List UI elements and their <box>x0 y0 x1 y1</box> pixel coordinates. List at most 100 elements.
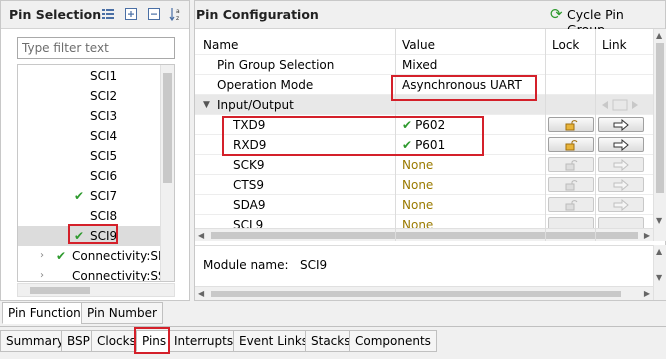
scrollbar-thumb[interactable] <box>163 73 172 183</box>
tree-item-sci3[interactable]: SCI3 <box>18 106 160 126</box>
row-value[interactable]: Mixed <box>402 55 437 75</box>
row-value[interactable]: Asynchronous UART <box>402 75 522 95</box>
tree-item-label: SCI6 <box>90 169 118 183</box>
pin-selection-title: Pin Selection <box>9 7 102 22</box>
column-link-header: Link <box>602 38 627 52</box>
table-horizontal-scrollbar[interactable]: ◀ ▶ <box>195 228 653 241</box>
pin-configuration-title: Pin Configuration <box>196 7 319 22</box>
tree-item-sci9[interactable]: ✔ SCI9 <box>18 226 160 246</box>
column-divider <box>395 29 396 241</box>
link-button[interactable] <box>598 117 644 132</box>
description-vertical-scrollbar[interactable]: ▲ ▼ <box>653 245 666 300</box>
tab-summary[interactable]: Summary <box>0 330 70 352</box>
link-button[interactable] <box>598 137 644 152</box>
link-button[interactable] <box>598 157 644 172</box>
row-name: RXD9 <box>233 138 267 152</box>
chevron-right-icon[interactable]: › <box>40 266 44 281</box>
tree-item-sci7[interactable]: ✔ SCI7 <box>18 186 160 206</box>
row-value[interactable]: None <box>402 155 433 175</box>
scroll-right-icon[interactable]: ▶ <box>644 289 650 298</box>
tab-clocks[interactable]: Clocks <box>91 330 142 352</box>
tab-event-links[interactable]: Event Links <box>233 330 315 352</box>
row-value[interactable]: None <box>402 195 433 215</box>
scrollbar-thumb[interactable] <box>656 43 664 193</box>
tree-item-sci6[interactable]: SCI6 <box>18 166 160 186</box>
table-row[interactable]: SCK9 None <box>195 155 653 175</box>
table-row[interactable]: CTS9 None <box>195 175 653 195</box>
tree-item-sci8[interactable]: SCI8 <box>18 206 160 226</box>
row-value-text: P602 <box>415 118 446 132</box>
list-view-icon[interactable] <box>101 7 115 21</box>
column-divider <box>595 29 596 241</box>
tab-pin-number[interactable]: Pin Number <box>81 302 163 324</box>
lock-button[interactable] <box>548 117 594 132</box>
scrollbar-thumb[interactable] <box>211 232 638 239</box>
scroll-right-icon[interactable]: ▶ <box>644 231 650 240</box>
tree-item-sci2[interactable]: SCI2 <box>18 86 160 106</box>
scrollbar-thumb[interactable] <box>30 287 90 294</box>
lock-button[interactable] <box>548 197 594 212</box>
tree-item-connectivity-ssi[interactable]: › Connectivity:SSI <box>18 266 169 281</box>
table-row[interactable]: RXD9 ✔ P601 <box>195 135 653 155</box>
table-vertical-scrollbar[interactable]: ▲ ▼ <box>653 29 666 241</box>
scroll-left-icon[interactable]: ◀ <box>198 289 204 298</box>
tree-item-label: SCI3 <box>90 109 118 123</box>
check-icon: ✔ <box>56 249 67 263</box>
link-button[interactable] <box>598 177 644 192</box>
row-value-text: P601 <box>415 138 446 152</box>
cycle-icon[interactable]: ⟳ <box>550 5 563 23</box>
unlock-icon <box>565 140 578 151</box>
tree-item-label: SCI9 <box>90 229 118 243</box>
pin-selection-panel: Pin Selection a z SCI1 SCI2 SCI3 <box>0 0 190 301</box>
scroll-up-icon[interactable]: ▲ <box>656 247 662 256</box>
check-icon: ✔ <box>402 118 413 132</box>
scroll-left-icon[interactable]: ◀ <box>198 231 204 240</box>
tree-horizontal-scrollbar[interactable] <box>17 283 175 297</box>
link-button[interactable] <box>598 197 644 212</box>
tree-vertical-scrollbar[interactable] <box>160 65 174 281</box>
arrow-right-icon <box>613 119 629 131</box>
arrow-right-icon <box>613 179 629 191</box>
lock-button[interactable] <box>548 137 594 152</box>
row-value[interactable]: None <box>402 175 433 195</box>
tab-pins[interactable]: Pins <box>136 330 173 352</box>
scrollbar-thumb[interactable] <box>211 291 621 297</box>
lock-button[interactable] <box>548 157 594 172</box>
tree-item-sci1[interactable]: SCI1 <box>18 66 160 86</box>
collapse-all-icon[interactable] <box>147 7 161 21</box>
filter-input[interactable] <box>17 37 175 59</box>
tab-interrupts[interactable]: Interrupts <box>168 330 240 352</box>
table-row[interactable]: SDA9 None <box>195 195 653 215</box>
table-group-row[interactable]: ▼ Input/Output <box>195 95 653 115</box>
pin-config-table: Name Value Lock Link Pin Group Selection… <box>195 29 653 241</box>
table-row[interactable]: Operation Mode Asynchronous UART <box>195 75 653 95</box>
sort-icon[interactable]: a z <box>169 7 183 21</box>
arrow-right-icon <box>613 199 629 211</box>
tree-item-sci4[interactable]: SCI4 <box>18 126 160 146</box>
row-name: Operation Mode <box>217 78 314 92</box>
column-name-header: Name <box>203 38 239 52</box>
tree-item-sci5[interactable]: SCI5 <box>18 146 160 166</box>
tab-pin-function[interactable]: Pin Function <box>2 302 87 324</box>
scroll-up-icon[interactable]: ▲ <box>656 31 662 40</box>
row-value[interactable]: ✔ P602 <box>402 115 445 135</box>
chevron-down-icon[interactable]: ▼ <box>203 95 210 115</box>
tree-item-label: SCI8 <box>90 209 118 223</box>
check-icon: ✔ <box>74 229 85 243</box>
lock-button[interactable] <box>548 177 594 192</box>
scroll-down-icon[interactable]: ▼ <box>656 216 662 225</box>
expand-all-icon[interactable] <box>124 7 138 21</box>
tree-item-label: SCI7 <box>90 189 118 203</box>
table-row[interactable]: Pin Group Selection Mixed <box>195 55 653 75</box>
chevron-right-icon[interactable]: › <box>40 246 44 266</box>
row-value[interactable]: ✔ P601 <box>402 135 445 155</box>
tab-divider <box>0 326 666 327</box>
tree-item-connectivity-spi[interactable]: › ✔ Connectivity:SPI <box>18 246 169 266</box>
check-icon: ✔ <box>402 138 413 152</box>
scroll-down-icon[interactable]: ▼ <box>656 273 662 282</box>
tab-components[interactable]: Components <box>349 330 437 352</box>
tree-item-label: SCI1 <box>90 69 118 83</box>
table-row[interactable]: TXD9 ✔ P602 <box>195 115 653 135</box>
description-horizontal-scrollbar[interactable]: ◀ ▶ <box>195 286 653 300</box>
arrow-right-icon <box>613 159 629 171</box>
